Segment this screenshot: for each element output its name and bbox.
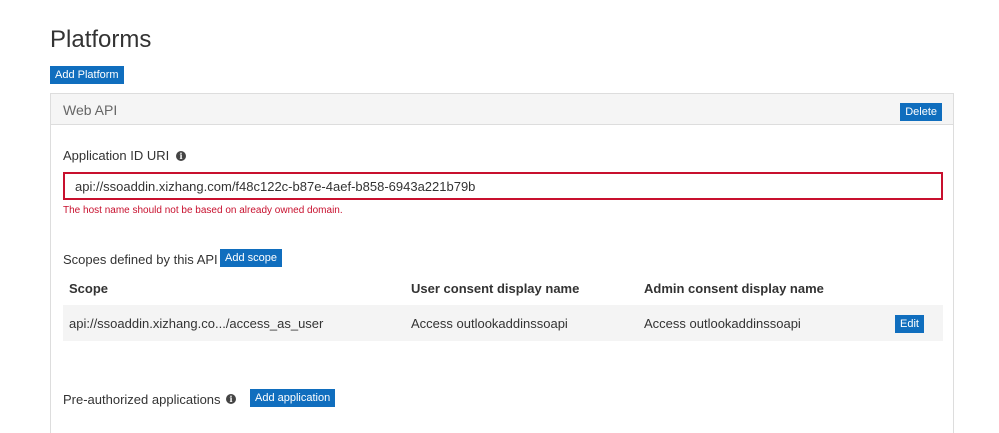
column-header-user-consent: User consent display name	[411, 281, 580, 296]
panel-title: Web API	[63, 102, 118, 118]
edit-scope-button[interactable]: Edit	[895, 315, 924, 333]
info-icon[interactable]: i	[226, 394, 236, 404]
column-header-scope: Scope	[69, 281, 109, 296]
scope-value: api://ssoaddin.xizhang.co.../access_as_u…	[69, 316, 324, 331]
web-api-panel: Web API Delete Application ID URI i The …	[50, 93, 954, 433]
column-header-admin-consent: Admin consent display name	[644, 281, 824, 296]
pre-authorized-applications-label: Pre-authorized applications	[63, 392, 221, 407]
admin-consent-value: Access outlookaddinssoapi	[644, 316, 801, 331]
scopes-label: Scopes defined by this API	[63, 252, 218, 267]
info-icon[interactable]: i	[176, 151, 186, 161]
delete-button[interactable]: Delete	[900, 103, 942, 121]
table-row: api://ssoaddin.xizhang.co.../access_as_u…	[63, 305, 943, 341]
web-api-panel-header: Web API Delete	[51, 94, 953, 125]
add-platform-button[interactable]: Add Platform	[50, 66, 124, 84]
application-id-uri-label: Application ID URI	[63, 148, 170, 163]
add-scope-button[interactable]: Add scope	[220, 249, 282, 267]
application-id-uri-input[interactable]	[63, 172, 943, 200]
user-consent-value: Access outlookaddinssoapi	[411, 316, 568, 331]
validation-error-text: The host name should not be based on alr…	[63, 205, 343, 216]
add-application-button[interactable]: Add application	[250, 389, 336, 407]
page-title: Platforms	[50, 26, 152, 53]
